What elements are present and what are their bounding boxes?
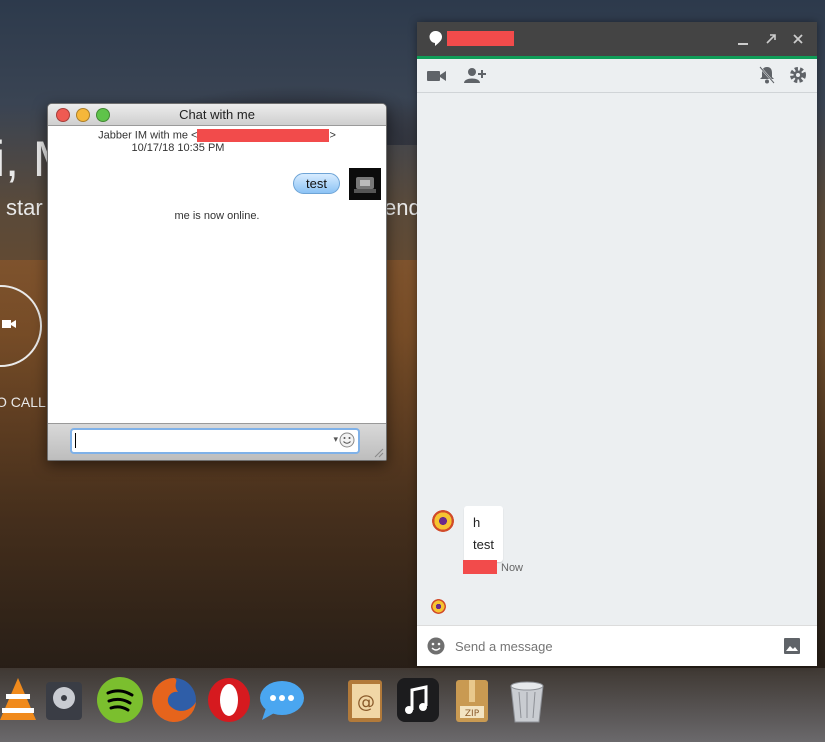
- contacts-icon[interactable]: @: [340, 676, 388, 724]
- background-subtitle-right: end: [384, 195, 421, 220]
- hangouts-logo-icon: [429, 31, 442, 46]
- contact-avatar: [432, 510, 454, 532]
- chat-header-line: Jabber IM with me < > 10/17/18 10:35 PM: [48, 129, 386, 155]
- redacted-sender-name: [463, 560, 497, 574]
- popout-icon[interactable]: [765, 33, 777, 45]
- hangouts-toolbar: [417, 59, 817, 93]
- video-call-icon[interactable]: [427, 69, 447, 83]
- user-avatar: [349, 168, 381, 200]
- emoji-icon[interactable]: [427, 637, 445, 655]
- chat-window-title: Chat with me: [179, 107, 255, 122]
- received-message-2: test: [473, 537, 494, 552]
- resize-grip-icon[interactable]: [372, 446, 384, 458]
- trash-icon[interactable]: [503, 676, 551, 724]
- archive-utility-icon[interactable]: ZIP: [448, 676, 496, 724]
- message-time: Now: [501, 562, 524, 574]
- chat-message-input[interactable]: ▾: [70, 428, 360, 454]
- video-call-label: O CALL: [0, 394, 46, 410]
- hangouts-input-bar: [417, 625, 817, 666]
- hangouts-message-input[interactable]: [453, 635, 757, 657]
- spotify-icon[interactable]: [96, 676, 144, 724]
- hangouts-header: [417, 22, 817, 59]
- image-attach-icon[interactable]: [784, 638, 800, 654]
- received-message-1: h: [473, 515, 481, 530]
- hangouts-panel: h test Now: [417, 22, 817, 666]
- chat-window: Chat with me Jabber IM with me < > 10/17/…: [47, 103, 387, 461]
- messages-icon[interactable]: [258, 676, 306, 724]
- background-subtitle-left: star: [6, 195, 43, 220]
- svg-text:ZIP: ZIP: [465, 709, 480, 719]
- chat-input-area: ▾: [48, 423, 386, 460]
- add-person-icon[interactable]: [464, 67, 486, 83]
- svg-text:@: @: [357, 692, 375, 713]
- text-cursor: [75, 433, 76, 448]
- minimize-icon[interactable]: [737, 34, 749, 46]
- settings-gear-icon[interactable]: [789, 66, 807, 84]
- online-status-message: me is now online.: [174, 210, 260, 222]
- received-message-card: h test: [464, 506, 503, 562]
- vlc-icon[interactable]: [0, 676, 42, 724]
- notifications-off-icon[interactable]: [759, 66, 775, 84]
- chat-timestamp: 10/17/18 10:35 PM: [131, 142, 225, 155]
- redacted-contact-name: [447, 31, 514, 46]
- video-camera-icon: [2, 320, 16, 328]
- chat-header-prefix: Jabber IM with me <: [98, 129, 198, 142]
- chat-window-titlebar[interactable]: Chat with me: [48, 104, 386, 126]
- firefox-icon[interactable]: [150, 676, 198, 724]
- sent-message-bubble: test: [293, 173, 340, 194]
- smiley-icon[interactable]: [339, 432, 355, 448]
- seen-by-avatar: [431, 599, 446, 614]
- chevron-down-icon[interactable]: ▾: [333, 434, 338, 445]
- robot-avatar-icon: [354, 177, 376, 193]
- redacted-address: [197, 129, 330, 142]
- disk-utility-icon[interactable]: [40, 676, 88, 724]
- chat-header-suffix: >: [329, 129, 336, 142]
- itunes-icon[interactable]: [394, 676, 442, 724]
- opera-icon[interactable]: [205, 676, 253, 724]
- close-icon[interactable]: [792, 33, 804, 45]
